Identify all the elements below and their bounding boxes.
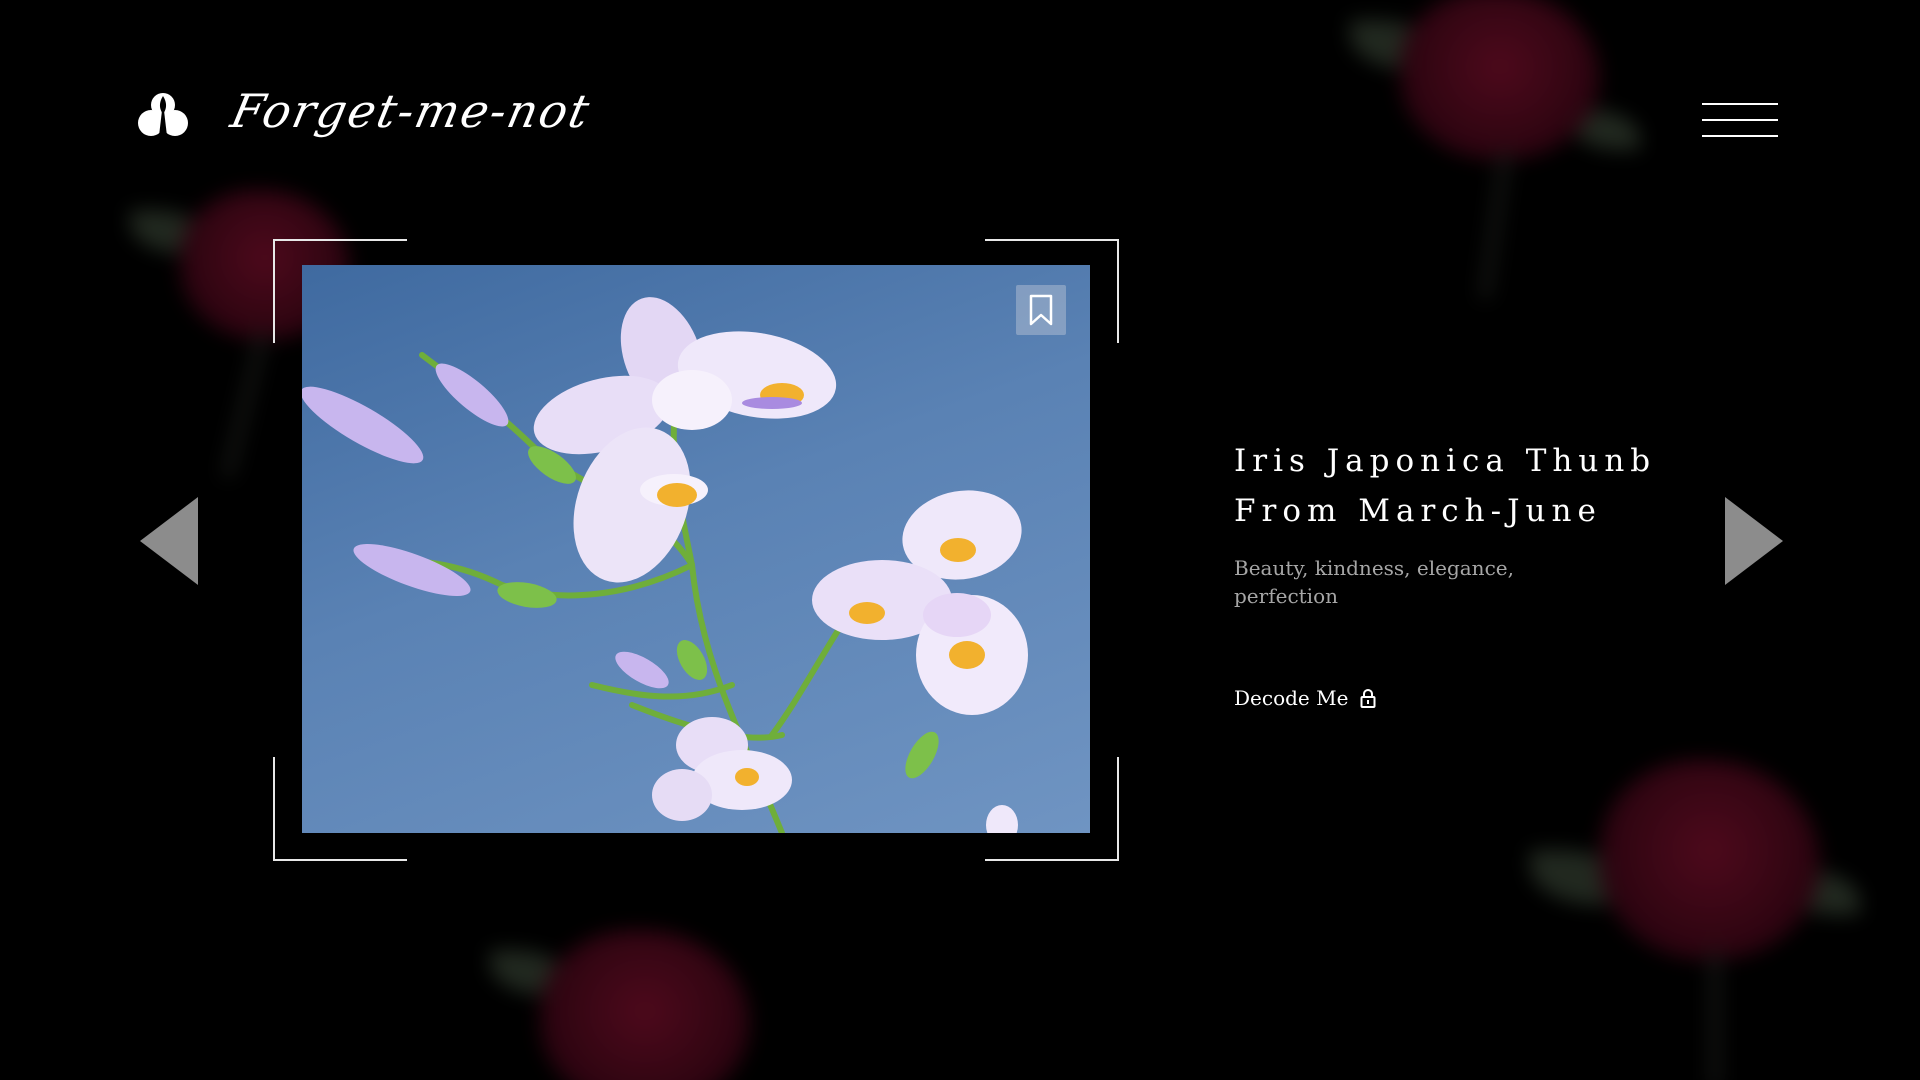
hamburger-menu-icon[interactable] <box>1702 103 1780 137</box>
next-button[interactable] <box>1723 497 1783 585</box>
previous-button[interactable] <box>140 497 200 585</box>
flower-name: Iris Japonica Thunb <box>1234 443 1657 479</box>
flower-season: From March-June <box>1234 493 1602 529</box>
background-rose <box>1340 0 1640 320</box>
brand-name[interactable]: Forget-me-not <box>226 84 595 138</box>
decode-me-label: Decode Me <box>1234 686 1349 710</box>
decode-me-link[interactable]: Decode Me <box>1234 686 1376 710</box>
bookmark-button[interactable] <box>1016 285 1066 335</box>
triangle-right-icon <box>1725 497 1783 585</box>
flower-bud-icon[interactable] <box>138 92 188 138</box>
flower-meaning: Beauty, kindness, elegance, perfection <box>1234 556 1514 608</box>
bookmark-icon <box>1029 294 1053 326</box>
background-rose <box>1520 740 1880 1080</box>
triangle-left-icon <box>140 497 198 585</box>
background-rose <box>480 920 780 1080</box>
lock-icon <box>1360 688 1376 708</box>
flower-title: Iris Japonica Thunb From March-June <box>1234 436 1656 536</box>
iris-flower-photo <box>302 265 1090 833</box>
